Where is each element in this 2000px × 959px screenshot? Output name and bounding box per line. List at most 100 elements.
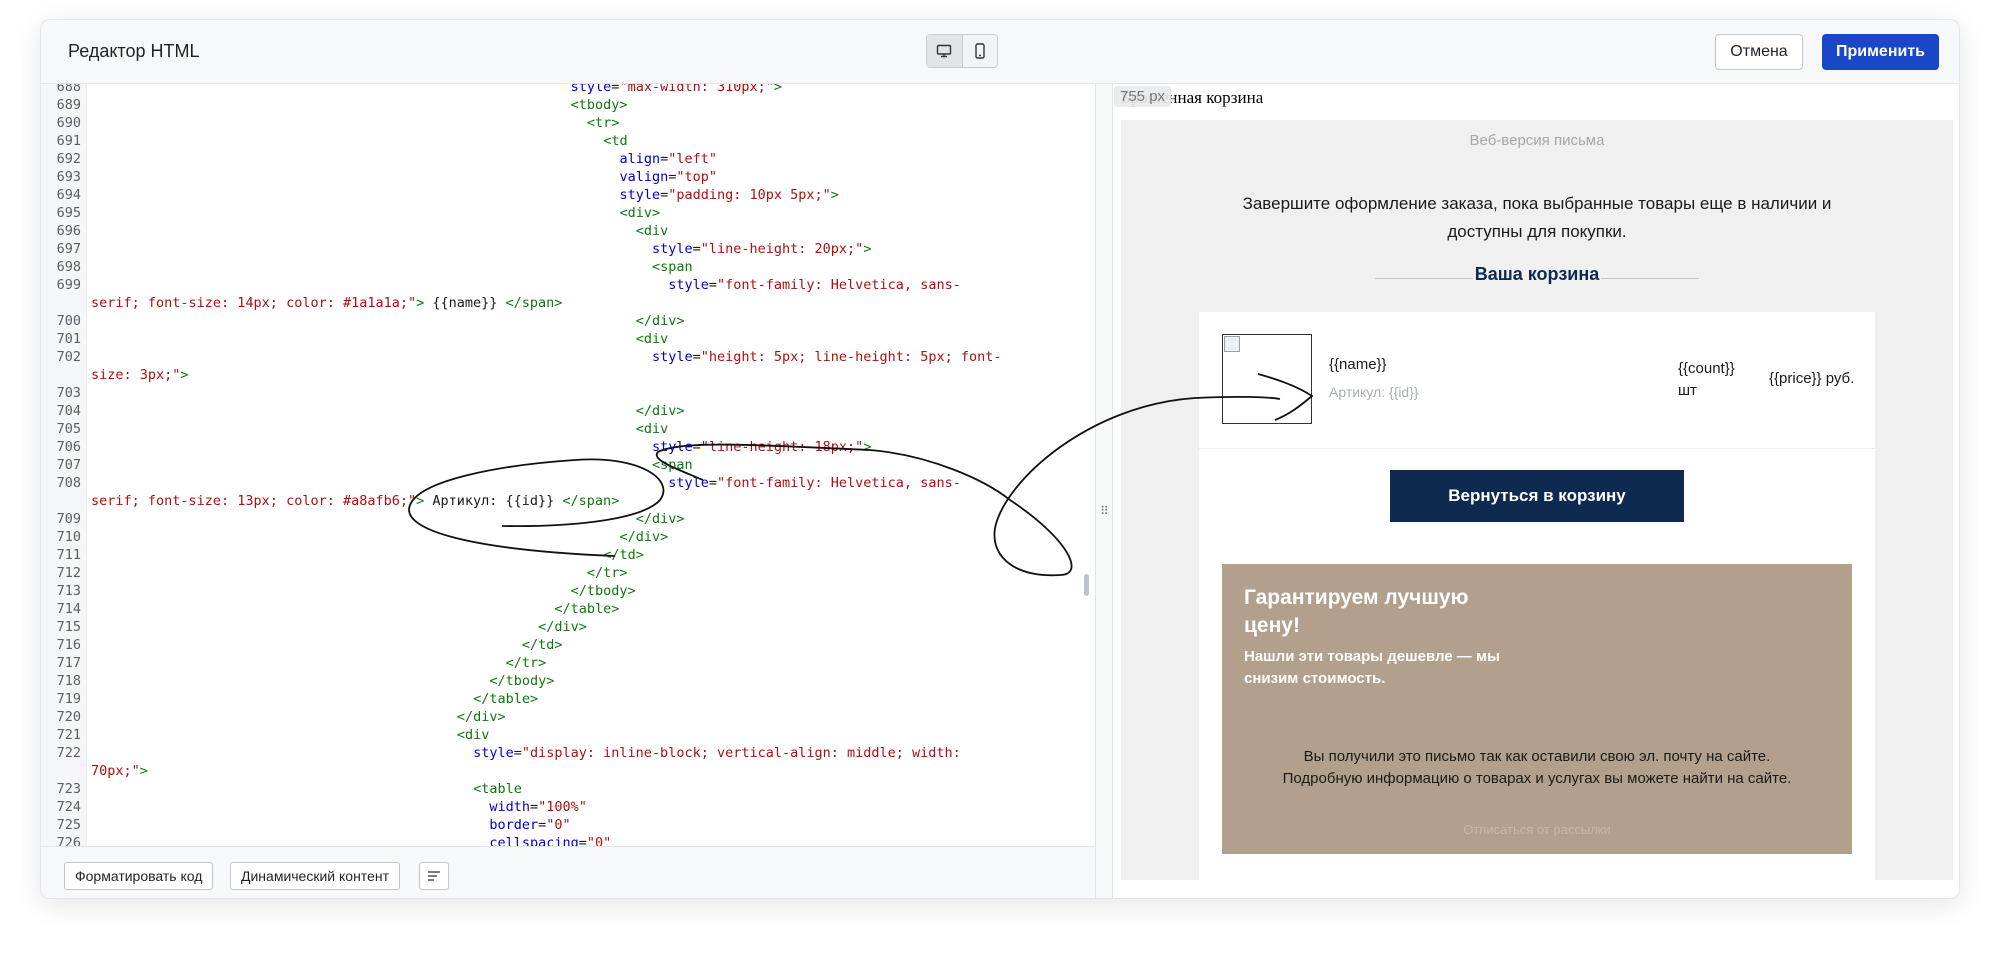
code-line: 723 <table (41, 780, 1095, 798)
code-line: serif; font-size: 13px; color: #a8afb6;"… (41, 492, 1095, 510)
code-line: 724 width="100%" (41, 798, 1095, 816)
code-token: = (692, 349, 701, 365)
code-text: serif; font-size: 14px; color: #1a1a1a;"… (91, 294, 562, 312)
code-token: <div (635, 331, 669, 347)
code-token: "display: inline-block; vertical-align: … (521, 745, 961, 761)
line-number: 691 (56, 133, 81, 149)
line-number: 726 (56, 835, 81, 846)
line-number: 724 (56, 799, 81, 815)
code-line: 696 <div (41, 222, 1095, 240)
line-number: 703 (56, 385, 81, 401)
code-token: width (489, 799, 530, 815)
line-number: 722 (56, 745, 81, 761)
code-token: "max-width: 310px;" (619, 84, 774, 95)
code-line: 699 style="font-family: Helvetica, sans- (41, 276, 1095, 294)
code-text: border="0" (489, 816, 570, 834)
code-line: 691 <td (41, 132, 1095, 150)
back-to-cart-button[interactable]: Вернуться в корзину (1390, 470, 1684, 522)
line-number: 711 (56, 547, 81, 563)
code-token: </div> (635, 313, 685, 329)
editor-scrollbar[interactable] (1084, 574, 1089, 596)
line-number: 725 (56, 817, 81, 833)
code-token: > (863, 439, 872, 455)
line-number: 718 (56, 673, 81, 689)
dialog-title: Редактор HTML (68, 41, 200, 61)
code-token: style (651, 349, 693, 365)
code-line: 725 border="0" (41, 816, 1095, 834)
code-token: </span> (562, 493, 620, 509)
code-token: = (660, 151, 669, 167)
code-text: </td> (522, 636, 563, 654)
line-number: 699 (56, 277, 81, 293)
code-text: <div (457, 726, 490, 744)
code-text: style="font-family: Helvetica, sans- (668, 276, 961, 294)
code-token: "padding: 10px 5px;" (668, 187, 831, 203)
email-preview: Брошенная корзина 755 px Веб-версия пись… (1113, 84, 1959, 898)
cart-heading: Ваша корзина (1474, 264, 1600, 284)
code-token: <td (603, 133, 628, 149)
cancel-button[interactable]: Отмена (1715, 34, 1803, 70)
promo-title: Гарантируем лучшую цену! (1244, 586, 1469, 637)
apply-button[interactable]: Применить (1822, 34, 1939, 70)
card-divider (1199, 448, 1875, 449)
line-number: 700 (56, 313, 81, 329)
code-token: style (473, 745, 514, 761)
code-token: = (708, 475, 717, 491)
code-line: 70px;"> (41, 762, 1095, 780)
code-token: > (139, 763, 148, 779)
line-number: 713 (56, 583, 81, 599)
code-text: serif; font-size: 13px; color: #a8afb6;"… (91, 492, 619, 510)
line-number: 701 (56, 331, 81, 347)
product-name: {{name}} (1329, 356, 1387, 373)
code-line: 697 style="line-height: 20px;"> (41, 240, 1095, 258)
code-text: <table (473, 780, 522, 798)
code-token: </tbody> (489, 673, 555, 689)
code-text: </td> (603, 546, 644, 564)
line-number: 702 (56, 349, 81, 365)
code-text: <span (652, 258, 693, 276)
line-number: 723 (56, 781, 81, 797)
desktop-view-button[interactable] (927, 35, 962, 67)
promo-subtitle: Нашли эти товары дешевле — мы снизим сто… (1244, 648, 1500, 687)
code-line: 726 cellspacing="0" (41, 834, 1095, 846)
pane-resizer[interactable]: ⠿ (1095, 84, 1113, 898)
mobile-icon (975, 43, 985, 59)
format-code-button[interactable]: Форматировать код (64, 862, 214, 890)
code-text: width="100%" (489, 798, 587, 816)
code-line: serif; font-size: 14px; color: #1a1a1a;"… (41, 294, 1095, 312)
code-line: 693 valign="top" (41, 168, 1095, 186)
code-line: 714 </table> (41, 600, 1095, 618)
code-editor[interactable]: 688 style="max-width: 310px;"> 689 <tbody> 6… (41, 84, 1095, 846)
code-text: <tbody> (571, 96, 628, 114)
dynamic-content-button[interactable]: Динамический контент (230, 862, 400, 890)
mobile-view-button[interactable] (961, 35, 997, 67)
code-token: "line-height: 18px;" (700, 439, 864, 455)
line-number: 705 (56, 421, 81, 437)
code-token: </td> (521, 637, 563, 653)
code-token: style (651, 241, 693, 257)
line-number: 707 (56, 457, 81, 473)
product-count: {{count}} шт (1678, 358, 1735, 402)
promo-note: Вы получили это письмо так как оставили … (1282, 748, 1792, 787)
code-token: "0" (586, 835, 612, 846)
wrap-lines-button[interactable] (419, 862, 449, 890)
web-version-link[interactable]: Веб-версия письма (1121, 132, 1953, 149)
line-number: 694 (56, 187, 81, 203)
code-text: <div (636, 222, 669, 240)
code-token: "font-family: Helvetica, sans- (717, 475, 961, 491)
code-token: border (489, 817, 539, 833)
line-number: 689 (56, 97, 81, 113)
code-text: size: 3px;"> (91, 366, 189, 384)
code-token: = (692, 439, 701, 455)
code-line: 715 </div> (41, 618, 1095, 636)
email-body: Веб-версия письма Завершите оформление з… (1121, 120, 1953, 880)
intro-text: Завершите оформление заказа, пока выбран… (1242, 194, 1832, 241)
code-token: </tr> (586, 565, 628, 581)
unsubscribe-link[interactable]: Отписаться от рассылки (1222, 822, 1852, 837)
code-token: style (619, 187, 661, 203)
code-line: 688 style="max-width: 310px;"> (41, 84, 1095, 96)
code-token: <div (635, 223, 669, 239)
code-text: </tr> (506, 654, 547, 672)
code-token: = (513, 745, 522, 761)
code-token: "height: 5px; line-height: 5px; font- (700, 349, 1002, 365)
